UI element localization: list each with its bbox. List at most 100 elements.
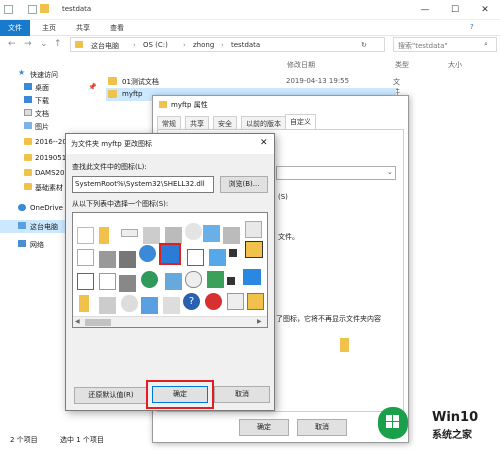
- minimize-button[interactable]: —: [410, 0, 440, 20]
- folder-icon: [24, 169, 32, 176]
- column-size[interactable]: 大小: [448, 60, 462, 70]
- help-icon[interactable]: ?: [183, 293, 200, 310]
- close-button[interactable]: ✕: [470, 0, 500, 20]
- arrow-down-icon[interactable]: [207, 271, 224, 288]
- window-title: testdata: [62, 5, 92, 13]
- column-type[interactable]: 类型: [395, 60, 409, 70]
- scroll-right-icon[interactable]: ▶: [257, 318, 262, 325]
- window-icon[interactable]: [209, 249, 226, 266]
- blank-page-icon[interactable]: [77, 227, 94, 244]
- network-globe-icon[interactable]: [141, 271, 158, 288]
- scrollbar-thumb[interactable]: [85, 319, 111, 326]
- nav-item-folder[interactable]: 2019051: [0, 152, 70, 165]
- icon-list[interactable]: ?: [72, 212, 268, 328]
- nav-item-downloads[interactable]: 下载: [0, 94, 70, 107]
- keyboard-icon[interactable]: [99, 251, 116, 268]
- nav-item-documents[interactable]: 文档: [0, 107, 70, 120]
- globe-icon[interactable]: [139, 245, 156, 262]
- tab-share[interactable]: 共享: [76, 23, 90, 33]
- monitor-icon[interactable]: [141, 297, 158, 314]
- cd-icon[interactable]: [185, 223, 202, 240]
- breadcrumb-drive[interactable]: OS (C:): [143, 41, 168, 49]
- disc-icon[interactable]: [121, 295, 138, 312]
- nav-item-folder[interactable]: 基础素材: [0, 181, 70, 194]
- nav-item-desktop[interactable]: 桌面: [0, 81, 70, 94]
- network-icon[interactable]: [165, 273, 182, 290]
- maximize-button[interactable]: ☐: [440, 0, 470, 20]
- clock-icon[interactable]: [187, 249, 204, 266]
- tab-general[interactable]: 常规: [157, 116, 181, 130]
- drive-icon[interactable]: [223, 227, 240, 244]
- application-icon[interactable]: [121, 229, 138, 237]
- back-icon[interactable]: ←: [8, 39, 16, 49]
- network-drive-icon[interactable]: [203, 225, 220, 242]
- close-button[interactable]: ✕: [260, 138, 268, 148]
- printer-icon[interactable]: [119, 251, 136, 268]
- nav-item-onedrive[interactable]: OneDrive: [0, 202, 70, 215]
- nav-item-pictures[interactable]: 图片: [0, 120, 70, 133]
- drive-icon[interactable]: [143, 227, 160, 244]
- refresh-icon[interactable]: ↻: [361, 41, 367, 49]
- folder-options-icon[interactable]: [247, 293, 264, 310]
- column-date[interactable]: 修改日期: [287, 60, 315, 70]
- tab-home[interactable]: 主页: [42, 23, 56, 33]
- folder-network-icon[interactable]: [163, 297, 180, 314]
- tab-previous-versions[interactable]: 以前的版本: [241, 116, 286, 130]
- dialog-icon[interactable]: [227, 293, 244, 310]
- restore-default-button[interactable]: 还原默认值(R): [74, 387, 148, 404]
- list-icon[interactable]: [99, 273, 116, 290]
- browse-button[interactable]: 浏览(B)...: [220, 176, 268, 193]
- win10-logo-icon: [378, 407, 408, 439]
- breadcrumb-user[interactable]: zhong: [193, 41, 214, 49]
- file-row[interactable]: 01测试文档 2019-04-13 19:55 文件夹: [106, 75, 400, 106]
- folder-icon[interactable]: [79, 295, 89, 312]
- address-bar[interactable]: 这台电脑 › OS (C:) › zhong › testdata ↻: [70, 37, 385, 52]
- horizontal-scrollbar[interactable]: ◀ ▶: [73, 316, 267, 327]
- ok-button[interactable]: 确定: [239, 419, 289, 436]
- text-document-icon[interactable]: [77, 249, 94, 266]
- breadcrumb-this-pc[interactable]: 这台电脑: [91, 41, 119, 51]
- scroll-left-icon[interactable]: ◀: [75, 318, 80, 325]
- tab-security[interactable]: 安全: [213, 116, 237, 130]
- chevron-down-icon[interactable]: ⌄: [40, 39, 48, 49]
- drive-icon[interactable]: [165, 227, 182, 244]
- help-icon[interactable]: ?: [470, 23, 474, 31]
- item-count: 2 个项目: [10, 436, 38, 444]
- folder-preview-icon: [340, 338, 349, 352]
- checkbox-icon[interactable]: [28, 5, 37, 14]
- shortcut-icon[interactable]: [227, 277, 235, 285]
- search-input[interactable]: 搜索"testdata" ⌕: [393, 37, 497, 52]
- tab-customize[interactable]: 自定义: [285, 114, 316, 130]
- cancel-button[interactable]: 取消: [297, 419, 347, 436]
- magnifier-icon[interactable]: [185, 271, 202, 288]
- cancel-button[interactable]: 取消: [214, 386, 270, 403]
- dialog-title: myftp 属性: [171, 101, 208, 109]
- power-icon[interactable]: [205, 293, 222, 310]
- nav-item-this-pc[interactable]: 这台电脑: [0, 220, 70, 233]
- nav-item-folder[interactable]: 2016--20: [0, 136, 70, 149]
- ok-button[interactable]: 确定: [152, 386, 208, 403]
- selected-icon[interactable]: [159, 243, 181, 265]
- folder-shortcut-icon[interactable]: [245, 241, 263, 258]
- breadcrumb-folder[interactable]: testdata: [231, 41, 260, 49]
- nav-item-network[interactable]: 网络: [0, 238, 70, 251]
- desktop-icon[interactable]: [243, 269, 261, 285]
- window-icon[interactable]: [77, 273, 94, 290]
- icon-file-path-input[interactable]: SystemRoot%\System32\SHELL32.dll: [72, 176, 214, 193]
- dialog-title-bar: 为文件夹 myftp 更改图标 ✕: [66, 134, 274, 154]
- recycle-bin-icon[interactable]: [245, 221, 262, 238]
- disconnected-drive-icon[interactable]: [119, 275, 136, 292]
- drive-icon[interactable]: [99, 297, 116, 314]
- up-icon[interactable]: ↑: [54, 39, 62, 49]
- tab-sharing[interactable]: 共享: [185, 116, 209, 130]
- forward-icon[interactable]: →: [24, 39, 32, 49]
- shortcut-icon[interactable]: [229, 249, 237, 257]
- folder-icon[interactable]: [99, 227, 109, 244]
- tab-file[interactable]: 文件: [0, 20, 30, 36]
- nav-item-quick-access[interactable]: ★ 快速访问: [0, 68, 70, 81]
- nav-item-folder[interactable]: DAMS20: [0, 167, 70, 180]
- folder-icon: [75, 41, 83, 48]
- template-dropdown[interactable]: ⌄: [276, 166, 396, 180]
- tab-view[interactable]: 查看: [110, 23, 124, 33]
- network-icon: [18, 240, 26, 247]
